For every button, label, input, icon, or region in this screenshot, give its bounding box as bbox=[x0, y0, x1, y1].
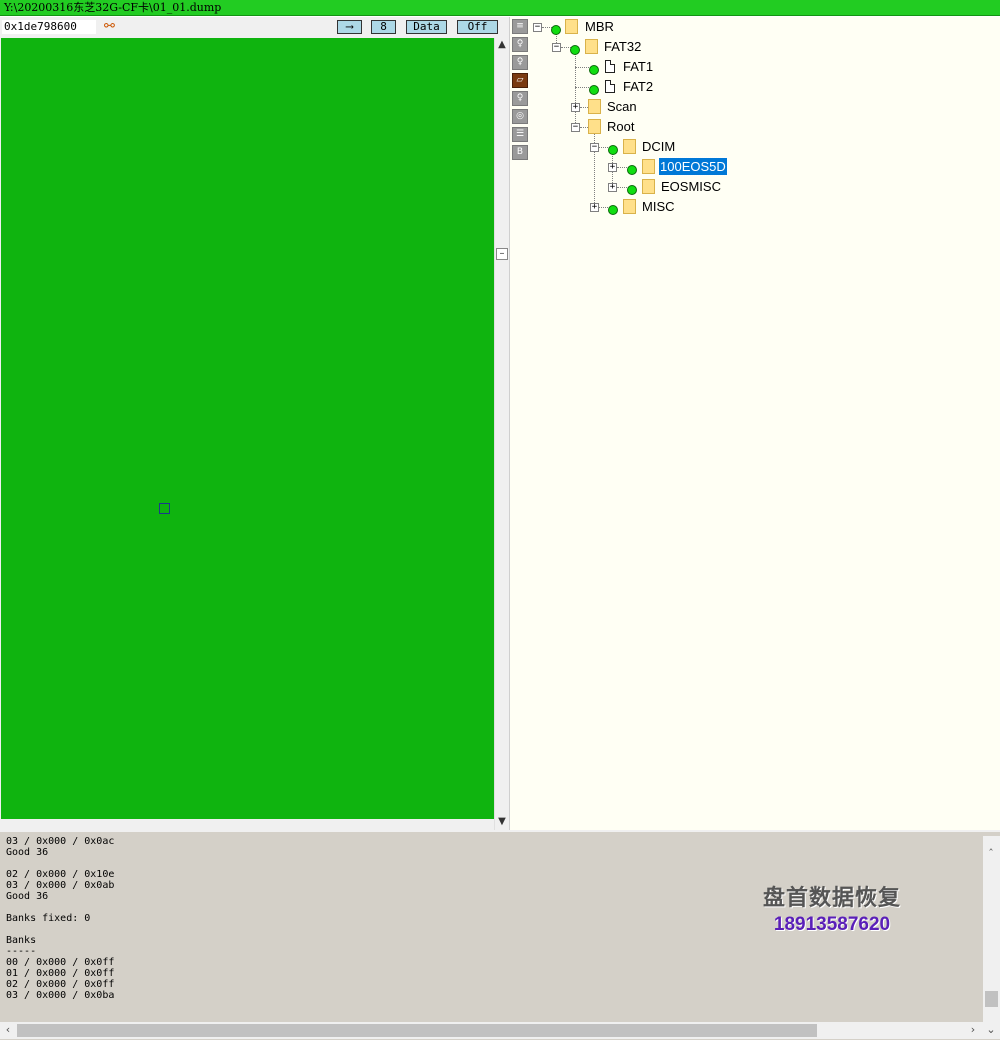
document-icon[interactable]: ☰ bbox=[512, 127, 528, 142]
data-mode-button[interactable]: Data bbox=[406, 20, 447, 34]
off-toggle-button[interactable]: Off bbox=[457, 20, 498, 34]
file-tree-panel: ≡ ♀ ♀ ▱ ♀ ◎ ☰ B − MBR − FAT32 FAT1 FAT2 … bbox=[509, 17, 1000, 830]
sector-map-panel: 0x1de798600 ⚯ ⟶ 8 Data Off ▲ – ▼ bbox=[0, 17, 509, 830]
file-icon bbox=[605, 80, 615, 93]
sector-grid[interactable] bbox=[1, 38, 494, 819]
expand-icon[interactable]: + bbox=[608, 183, 617, 192]
status-green-icon bbox=[627, 165, 637, 175]
status-green-icon bbox=[589, 65, 599, 75]
tree-label[interactable]: MBR bbox=[585, 18, 614, 35]
log-horizontal-thumb[interactable] bbox=[17, 1024, 817, 1037]
status-green-icon bbox=[608, 145, 618, 155]
scroll-down-arrow-icon[interactable]: ▼ bbox=[495, 815, 509, 829]
tree-label-selected[interactable]: 100EOS5D bbox=[658, 157, 728, 176]
bold-b-icon[interactable]: B bbox=[512, 145, 528, 160]
status-green-icon bbox=[570, 45, 580, 55]
log-vertical-scrollbar[interactable]: ‸ bbox=[983, 836, 1000, 1022]
log-output: 03 / 0x000 / 0x0ac Good 36 02 / 0x000 / … bbox=[6, 836, 115, 1001]
expand-icon[interactable]: + bbox=[590, 203, 599, 212]
expand-icon[interactable]: + bbox=[608, 163, 617, 172]
tree-label[interactable]: Scan bbox=[607, 98, 637, 115]
log-horizontal-scrollbar[interactable]: ‹ › bbox=[0, 1022, 983, 1039]
collapse-icon[interactable]: − bbox=[571, 123, 580, 132]
collapse-icon[interactable]: − bbox=[590, 143, 599, 152]
log-vertical-thumb[interactable] bbox=[985, 991, 998, 1007]
scroll-down-arrow-icon[interactable]: ⌄ bbox=[984, 1023, 998, 1037]
size-button[interactable]: 8 bbox=[371, 20, 396, 34]
scroll-left-arrow-icon[interactable]: ‹ bbox=[1, 1023, 15, 1037]
lightbulb-icon[interactable]: ♀ bbox=[512, 91, 528, 106]
folder-icon bbox=[588, 99, 601, 114]
window-title: Y:\20200316东芝32G-CF卡\01_01.dump bbox=[4, 1, 222, 14]
status-green-icon bbox=[608, 205, 618, 215]
scroll-up-arrow-icon[interactable]: ‸ bbox=[984, 838, 998, 852]
tree-label[interactable]: Root bbox=[607, 118, 634, 135]
collapse-minus-icon[interactable]: – bbox=[496, 248, 508, 260]
tree-label[interactable]: FAT32 bbox=[604, 38, 641, 55]
folder-icon bbox=[565, 19, 578, 34]
log-panel: 03 / 0x000 / 0x0ac Good 36 02 / 0x000 / … bbox=[0, 830, 1000, 1040]
lightbulb-icon[interactable]: ♀ bbox=[512, 37, 528, 52]
lightbulb-icon[interactable]: ♀ bbox=[512, 55, 528, 70]
address-field[interactable]: 0x1de798600 bbox=[2, 20, 96, 34]
tree-label[interactable]: MISC bbox=[642, 198, 675, 215]
tree-label[interactable]: FAT1 bbox=[623, 58, 653, 75]
folder-icon bbox=[623, 139, 636, 154]
scrollbar-corner: ⌄ bbox=[983, 1022, 1000, 1039]
scroll-right-arrow-icon[interactable]: › bbox=[966, 1023, 980, 1037]
status-green-icon bbox=[589, 85, 599, 95]
chain-link-icon[interactable]: ⚯ bbox=[104, 19, 115, 35]
status-green-icon bbox=[551, 25, 561, 35]
collapse-icon[interactable]: − bbox=[552, 43, 561, 52]
tree-label[interactable]: EOSMISC bbox=[661, 178, 721, 195]
expand-icon[interactable]: + bbox=[571, 103, 580, 112]
tool-icon-strip: ≡ ♀ ♀ ▱ ♀ ◎ ☰ B bbox=[510, 17, 530, 830]
folder-icon bbox=[642, 159, 655, 174]
status-green-icon bbox=[627, 185, 637, 195]
collapse-icon[interactable]: − bbox=[533, 23, 542, 32]
eye-icon[interactable]: ◎ bbox=[512, 109, 528, 124]
tree-label[interactable]: DCIM bbox=[642, 138, 675, 155]
go-arrow-button[interactable]: ⟶ bbox=[337, 20, 362, 34]
scroll-up-arrow-icon[interactable]: ▲ bbox=[495, 38, 509, 52]
sector-toolbar: 0x1de798600 ⚯ ⟶ 8 Data Off bbox=[0, 17, 509, 37]
folder-icon bbox=[623, 199, 636, 214]
folder-icon bbox=[642, 179, 655, 194]
title-bar: Y:\20200316东芝32G-CF卡\01_01.dump bbox=[0, 0, 1000, 16]
list-icon[interactable]: ≡ bbox=[512, 19, 528, 34]
folder-icon bbox=[588, 119, 601, 134]
file-icon bbox=[605, 60, 615, 73]
sector-map-scrollbar[interactable]: ▲ – ▼ bbox=[494, 38, 509, 830]
map-icon[interactable]: ▱ bbox=[512, 73, 528, 88]
current-sector-cell[interactable] bbox=[159, 503, 170, 514]
tree-label[interactable]: FAT2 bbox=[623, 78, 653, 95]
folder-icon bbox=[585, 39, 598, 54]
